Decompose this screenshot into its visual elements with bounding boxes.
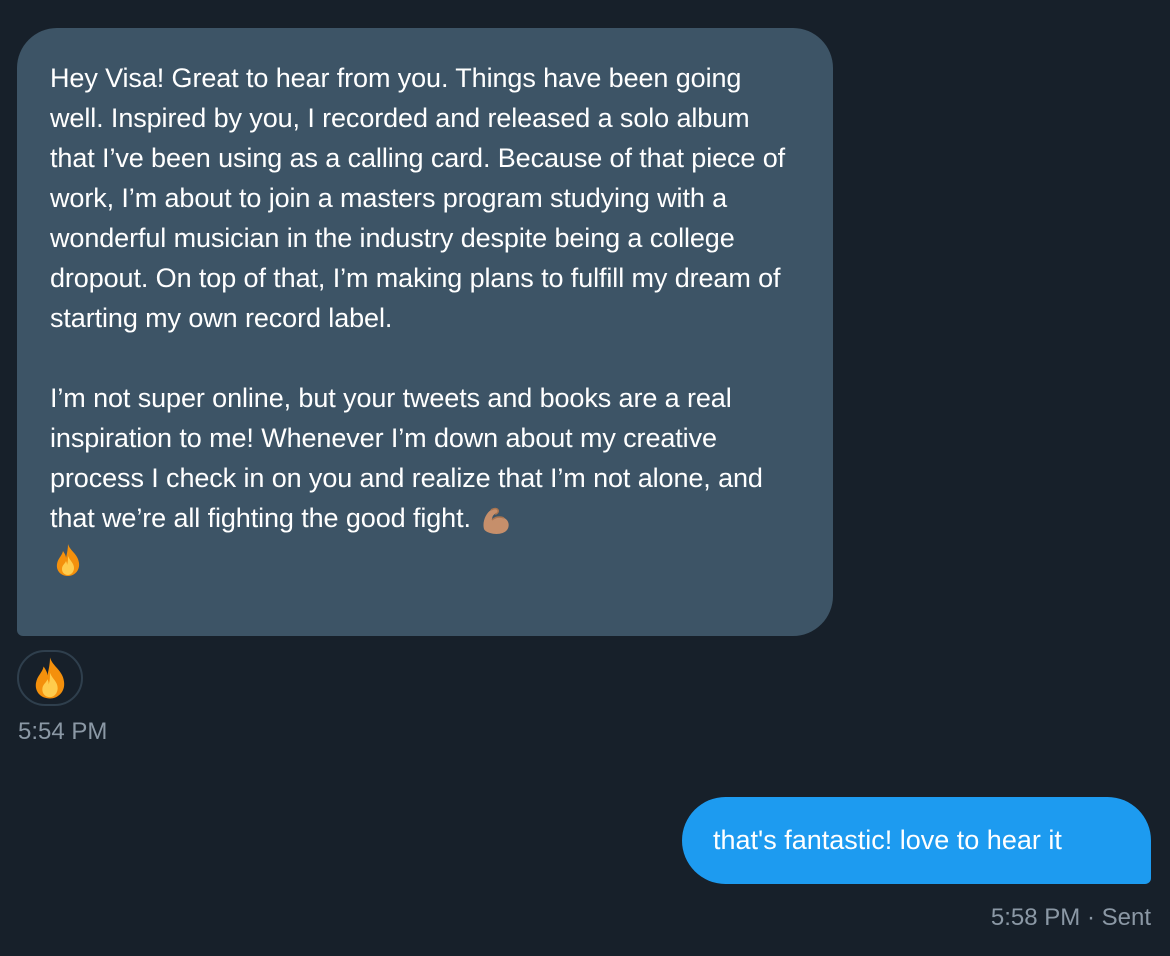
incoming-message-bubble[interactable]: Hey Visa! Great to hear from you. Things… [17, 28, 833, 636]
flexed-biceps-icon [478, 502, 514, 538]
message-reaction[interactable] [17, 650, 83, 706]
outgoing-message-bubble[interactable]: that's fantastic! love to hear it [682, 797, 1151, 884]
outgoing-message-status: 5:58 PM · Sent [991, 902, 1151, 934]
message-paragraph-2-text: I’m not super online, but your tweets an… [50, 383, 763, 533]
message-paragraph-2: I’m not super online, but your tweets an… [50, 378, 799, 578]
sent-status: Sent [1101, 904, 1151, 931]
incoming-message-timestamp: 5:54 PM [18, 718, 108, 745]
outgoing-message-text: that's fantastic! love to hear it [713, 825, 1062, 855]
message-paragraph-1: Hey Visa! Great to hear from you. Things… [50, 63, 786, 333]
status-separator: · [1086, 904, 1095, 931]
dm-conversation: Hey Visa! Great to hear from you. Things… [0, 0, 1170, 956]
outgoing-message-timestamp: 5:58 PM [990, 904, 1081, 931]
fire-icon [35, 657, 65, 699]
fire-icon [50, 542, 86, 578]
